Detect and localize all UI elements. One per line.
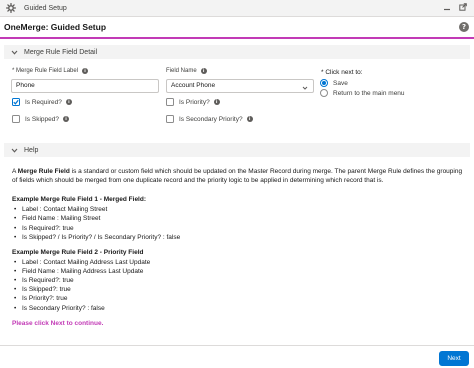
radio-save[interactable]: Save	[320, 79, 348, 87]
section-merge-rule-field-detail[interactable]: Merge Rule Field Detail	[4, 45, 470, 59]
chevron-down-icon	[10, 48, 18, 56]
select-value: Account Phone	[171, 82, 216, 89]
example-2-list: Label : Contact Mailing Address Last Upd…	[12, 258, 464, 313]
utility-bar: Guided Setup	[0, 0, 474, 17]
minimize-icon[interactable]	[442, 2, 452, 12]
radio-return-main-menu[interactable]: Return to the main menu	[320, 89, 405, 97]
radio-button[interactable]	[320, 89, 328, 97]
label-text: Field Name	[166, 68, 197, 74]
info-icon[interactable]: i	[246, 116, 253, 122]
help-intro: A Merge Rule Field is a standard or cust…	[12, 167, 464, 185]
window-controls	[442, 2, 468, 12]
list-item: Field Name : Mailing Address Last Update	[12, 267, 464, 276]
list-item: Is Required?: true	[12, 224, 464, 233]
info-icon[interactable]: i	[200, 68, 207, 74]
list-item: Is Priority?: true	[12, 294, 464, 303]
is-secondary-priority-checkbox[interactable]: Is Secondary Priority? i	[166, 115, 253, 123]
checkbox-label: Is Skipped?	[25, 115, 59, 123]
intro-text: is a standard or custom field which shou…	[12, 168, 463, 185]
checkbox-label: Is Priority?	[179, 98, 210, 106]
footer-bar: Next	[0, 345, 474, 368]
radio-label: Save	[333, 79, 348, 87]
radio-label: Return to the main menu	[333, 89, 405, 97]
merge-rule-field-label-input[interactable]: Phone	[11, 79, 159, 93]
is-required-checkbox[interactable]: Is Required? i	[12, 98, 72, 106]
info-icon[interactable]: i	[62, 116, 69, 122]
example-1-list: Label : Contact Mailing Street Field Nam…	[12, 205, 464, 242]
example-2-title: Example Merge Rule Field 2 - Priority Fi…	[12, 248, 144, 256]
checkbox-box[interactable]	[166, 115, 174, 123]
field-name-select[interactable]: Account Phone	[166, 79, 314, 93]
list-item: Is Skipped? / Is Priority? / Is Secondar…	[12, 233, 464, 242]
radio-button[interactable]	[320, 79, 328, 87]
example-1-title: Example Merge Rule Field 1 - Merged Fiel…	[12, 196, 147, 204]
info-icon[interactable]: i	[213, 99, 220, 105]
gear-icon	[5, 2, 17, 14]
list-item: Label : Contact Mailing Address Last Upd…	[12, 258, 464, 267]
utility-title: Guided Setup	[24, 4, 67, 12]
continue-notice: Please click Next to continue.	[12, 319, 104, 327]
page-header: OneMerge: Guided Setup ?	[0, 17, 474, 39]
section-label: Help	[24, 146, 39, 154]
is-skipped-checkbox[interactable]: Is Skipped? i	[12, 115, 69, 123]
checkbox-box[interactable]	[12, 115, 20, 123]
list-item: Is Skipped?: true	[12, 285, 464, 294]
info-icon[interactable]: i	[65, 99, 72, 105]
popout-icon[interactable]	[458, 2, 468, 12]
checkbox-box[interactable]	[166, 98, 174, 106]
help-content: A Merge Rule Field is a standard or cust…	[12, 167, 464, 328]
label-text: * Merge Rule Field Label	[12, 68, 79, 74]
click-next-label: * Click next to:	[321, 69, 363, 76]
list-item: Label : Contact Mailing Street	[12, 205, 464, 214]
is-priority-checkbox[interactable]: Is Priority? i	[166, 98, 220, 106]
chevron-down-icon	[10, 146, 18, 154]
checkbox-label: Is Secondary Priority?	[179, 115, 243, 123]
list-item: Is Secondary Priority? : false	[12, 304, 464, 313]
section-help[interactable]: Help	[4, 143, 470, 157]
list-item: Field Name : Mailing Street	[12, 214, 464, 223]
page-title: OneMerge: Guided Setup	[4, 22, 107, 32]
chevron-down-icon	[302, 84, 308, 96]
intro-term: Merge Rule Field	[17, 168, 70, 175]
help-icon[interactable]: ?	[459, 22, 469, 32]
list-item: Is Required?: true	[12, 276, 464, 285]
section-label: Merge Rule Field Detail	[24, 48, 98, 56]
next-button[interactable]: Next	[439, 351, 469, 366]
merge-rule-field-label-label: * Merge Rule Field Label i	[12, 68, 89, 74]
checkbox-label: Is Required?	[25, 98, 62, 106]
checkbox-box[interactable]	[12, 98, 20, 106]
field-name-label: Field Name i	[166, 68, 207, 74]
info-icon[interactable]: i	[82, 68, 89, 74]
